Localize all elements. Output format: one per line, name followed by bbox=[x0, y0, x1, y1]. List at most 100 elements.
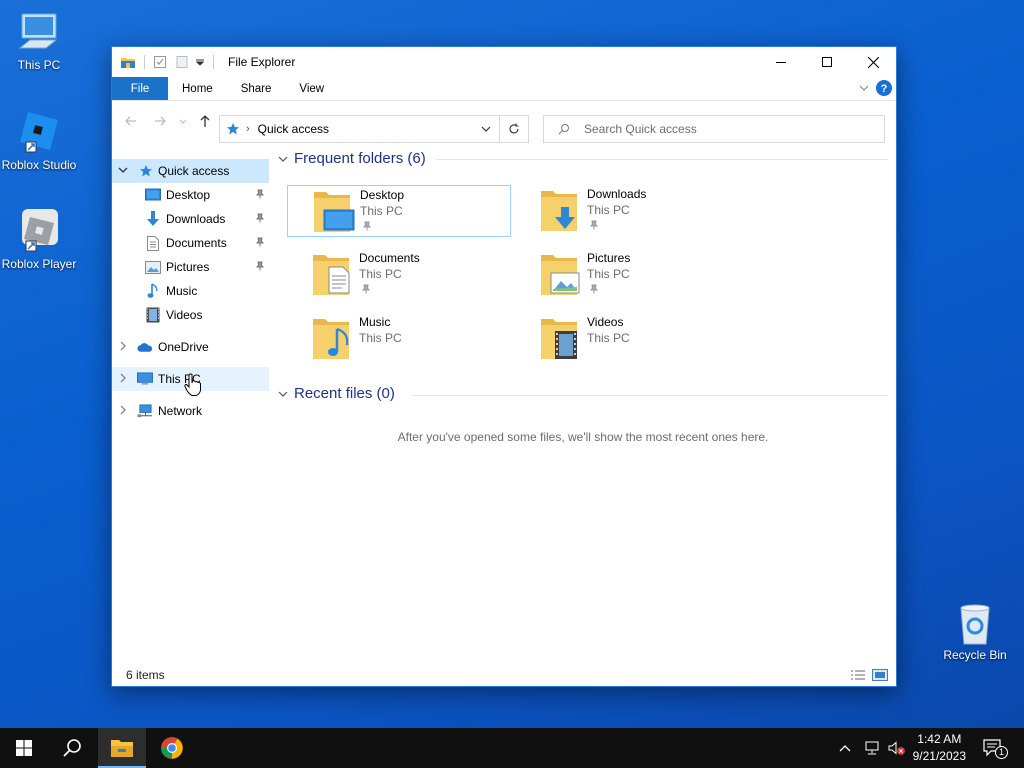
desktop-icon-recycle-bin[interactable]: Recycle Bin bbox=[936, 602, 1014, 662]
roblox-player-icon bbox=[22, 209, 58, 252]
close-button[interactable] bbox=[850, 47, 896, 77]
nav-item-quick-access[interactable]: Quick access bbox=[112, 159, 269, 183]
desktop-icon-this-pc[interactable]: This PC bbox=[0, 10, 78, 72]
tab-home[interactable]: Home bbox=[168, 77, 227, 100]
nav-item-music[interactable]: Music bbox=[112, 279, 269, 303]
search-placeholder: Search Quick access bbox=[584, 122, 697, 136]
recent-files-empty-message: After you've opened some files, we'll sh… bbox=[397, 430, 769, 444]
close-icon bbox=[867, 56, 879, 68]
folder-app-icon bbox=[121, 58, 135, 68]
folder-tile-documents[interactable]: Documents This PC bbox=[287, 249, 511, 301]
desktop-icon-roblox-player[interactable]: Roblox Player bbox=[0, 205, 78, 271]
back-arrow-icon[interactable] bbox=[124, 114, 138, 128]
address-bar[interactable]: › Quick access bbox=[219, 115, 500, 143]
recent-locations-chevron-icon[interactable] bbox=[179, 118, 187, 126]
tab-view[interactable]: View bbox=[285, 77, 338, 100]
nav-item-desktop[interactable]: Desktop bbox=[112, 183, 269, 207]
nav-item-downloads[interactable]: Downloads bbox=[112, 207, 269, 231]
large-icons-view-icon[interactable] bbox=[872, 669, 888, 681]
chevron-down-icon bbox=[278, 391, 288, 397]
this-pc-icon bbox=[18, 13, 58, 49]
taskbar-chrome[interactable] bbox=[148, 728, 196, 768]
maximize-button[interactable] bbox=[804, 47, 850, 77]
documents-icon bbox=[145, 235, 161, 251]
nav-item-pictures[interactable]: Pictures bbox=[112, 255, 269, 279]
volume-muted-icon[interactable] bbox=[888, 741, 906, 755]
folder-location: This PC bbox=[359, 267, 402, 281]
folder-name: Desktop bbox=[360, 188, 405, 202]
frequent-folders-header[interactable]: Frequent folders (6) bbox=[278, 150, 426, 167]
nav-item-videos[interactable]: Videos bbox=[112, 303, 269, 327]
folder-tile-music[interactable]: Music This PC bbox=[287, 313, 511, 365]
search-icon bbox=[63, 739, 81, 757]
start-button[interactable] bbox=[0, 728, 48, 768]
address-dropdown-icon[interactable] bbox=[481, 124, 491, 134]
desktop-folder-icon bbox=[314, 192, 355, 232]
desktop-icon-label: Recycle Bin bbox=[943, 648, 1007, 662]
folder-name: Music bbox=[359, 315, 391, 329]
folder-location: This PC bbox=[587, 331, 630, 345]
breadcrumb[interactable]: Quick access bbox=[258, 122, 329, 136]
nav-item-network[interactable]: Network bbox=[112, 399, 269, 423]
music-folder-icon bbox=[313, 319, 349, 359]
videos-icon bbox=[145, 307, 161, 323]
notification-count-badge: 1 bbox=[995, 746, 1008, 759]
system-clock[interactable]: 1:42 AM 9/21/2023 bbox=[913, 731, 966, 765]
help-icon[interactable]: ? bbox=[876, 80, 892, 96]
folder-tile-videos[interactable]: Videos This PC bbox=[515, 313, 739, 365]
folder-tile-desktop[interactable]: Desktop This PC bbox=[287, 185, 511, 237]
chevron-right-icon[interactable] bbox=[118, 405, 128, 418]
desktop-icon-label: This PC bbox=[17, 58, 61, 72]
title-bar[interactable]: File Explorer bbox=[112, 47, 896, 77]
pin-icon bbox=[590, 220, 598, 230]
folder-tile-downloads[interactable]: Downloads This PC bbox=[515, 185, 739, 237]
desktop-icon-label: Roblox Studio bbox=[1, 158, 77, 172]
taskbar: 1:42 AM 9/21/2023 1 bbox=[0, 728, 1024, 768]
quick-access-star-icon bbox=[138, 163, 154, 179]
nav-item-onedrive[interactable]: OneDrive bbox=[112, 335, 269, 359]
pin-icon bbox=[255, 212, 265, 226]
details-view-icon[interactable] bbox=[850, 669, 866, 681]
expand-ribbon-icon[interactable] bbox=[858, 82, 870, 94]
new-folder-icon[interactable] bbox=[175, 55, 189, 69]
search-button[interactable] bbox=[48, 728, 96, 768]
folder-location: This PC bbox=[587, 203, 630, 217]
taskbar-file-explorer[interactable] bbox=[98, 728, 146, 768]
maximize-icon bbox=[822, 57, 832, 67]
action-center-button[interactable]: 1 bbox=[978, 728, 1008, 768]
tab-file[interactable]: File bbox=[112, 77, 168, 100]
search-box[interactable]: Search Quick access bbox=[543, 115, 885, 143]
properties-icon[interactable] bbox=[153, 55, 167, 69]
show-hidden-icons-chevron-icon[interactable] bbox=[838, 743, 852, 753]
chevron-right-icon[interactable] bbox=[118, 373, 128, 386]
roblox-studio-icon bbox=[20, 112, 58, 153]
chevron-right-icon[interactable] bbox=[118, 341, 128, 354]
nav-item-label: Downloads bbox=[166, 212, 226, 226]
nav-item-documents[interactable]: Documents bbox=[112, 231, 269, 255]
chevron-down-icon[interactable] bbox=[118, 165, 128, 178]
chrome-icon bbox=[161, 737, 183, 759]
folder-tile-pictures[interactable]: Pictures This PC bbox=[515, 249, 739, 301]
file-explorer-icon bbox=[111, 740, 133, 757]
group-title: Recent files (0) bbox=[294, 385, 395, 402]
pin-icon bbox=[255, 260, 265, 274]
minimize-button[interactable] bbox=[758, 47, 804, 77]
customize-toolbar-icon[interactable] bbox=[195, 57, 205, 67]
status-bar: 6 items bbox=[112, 664, 896, 686]
forward-arrow-icon[interactable] bbox=[153, 114, 167, 128]
tab-share[interactable]: Share bbox=[227, 77, 286, 100]
recent-files-header[interactable]: Recent files (0) bbox=[278, 385, 395, 402]
videos-folder-icon bbox=[541, 319, 577, 359]
recycle-bin-icon bbox=[960, 604, 990, 645]
nav-item-label: Pictures bbox=[166, 260, 210, 274]
refresh-button[interactable] bbox=[500, 115, 529, 143]
nav-item-label: Desktop bbox=[166, 188, 211, 202]
group-title: Frequent folders (6) bbox=[294, 150, 426, 167]
up-arrow-icon[interactable] bbox=[198, 114, 212, 128]
network-status-icon[interactable] bbox=[864, 741, 880, 755]
desktop-icon-roblox-studio[interactable]: Roblox Studio bbox=[0, 106, 78, 172]
folder-location: This PC bbox=[359, 331, 402, 345]
divider bbox=[412, 395, 888, 396]
ribbon-tabs: File Home Share View ? bbox=[112, 77, 896, 101]
this-pc-icon bbox=[137, 371, 153, 387]
